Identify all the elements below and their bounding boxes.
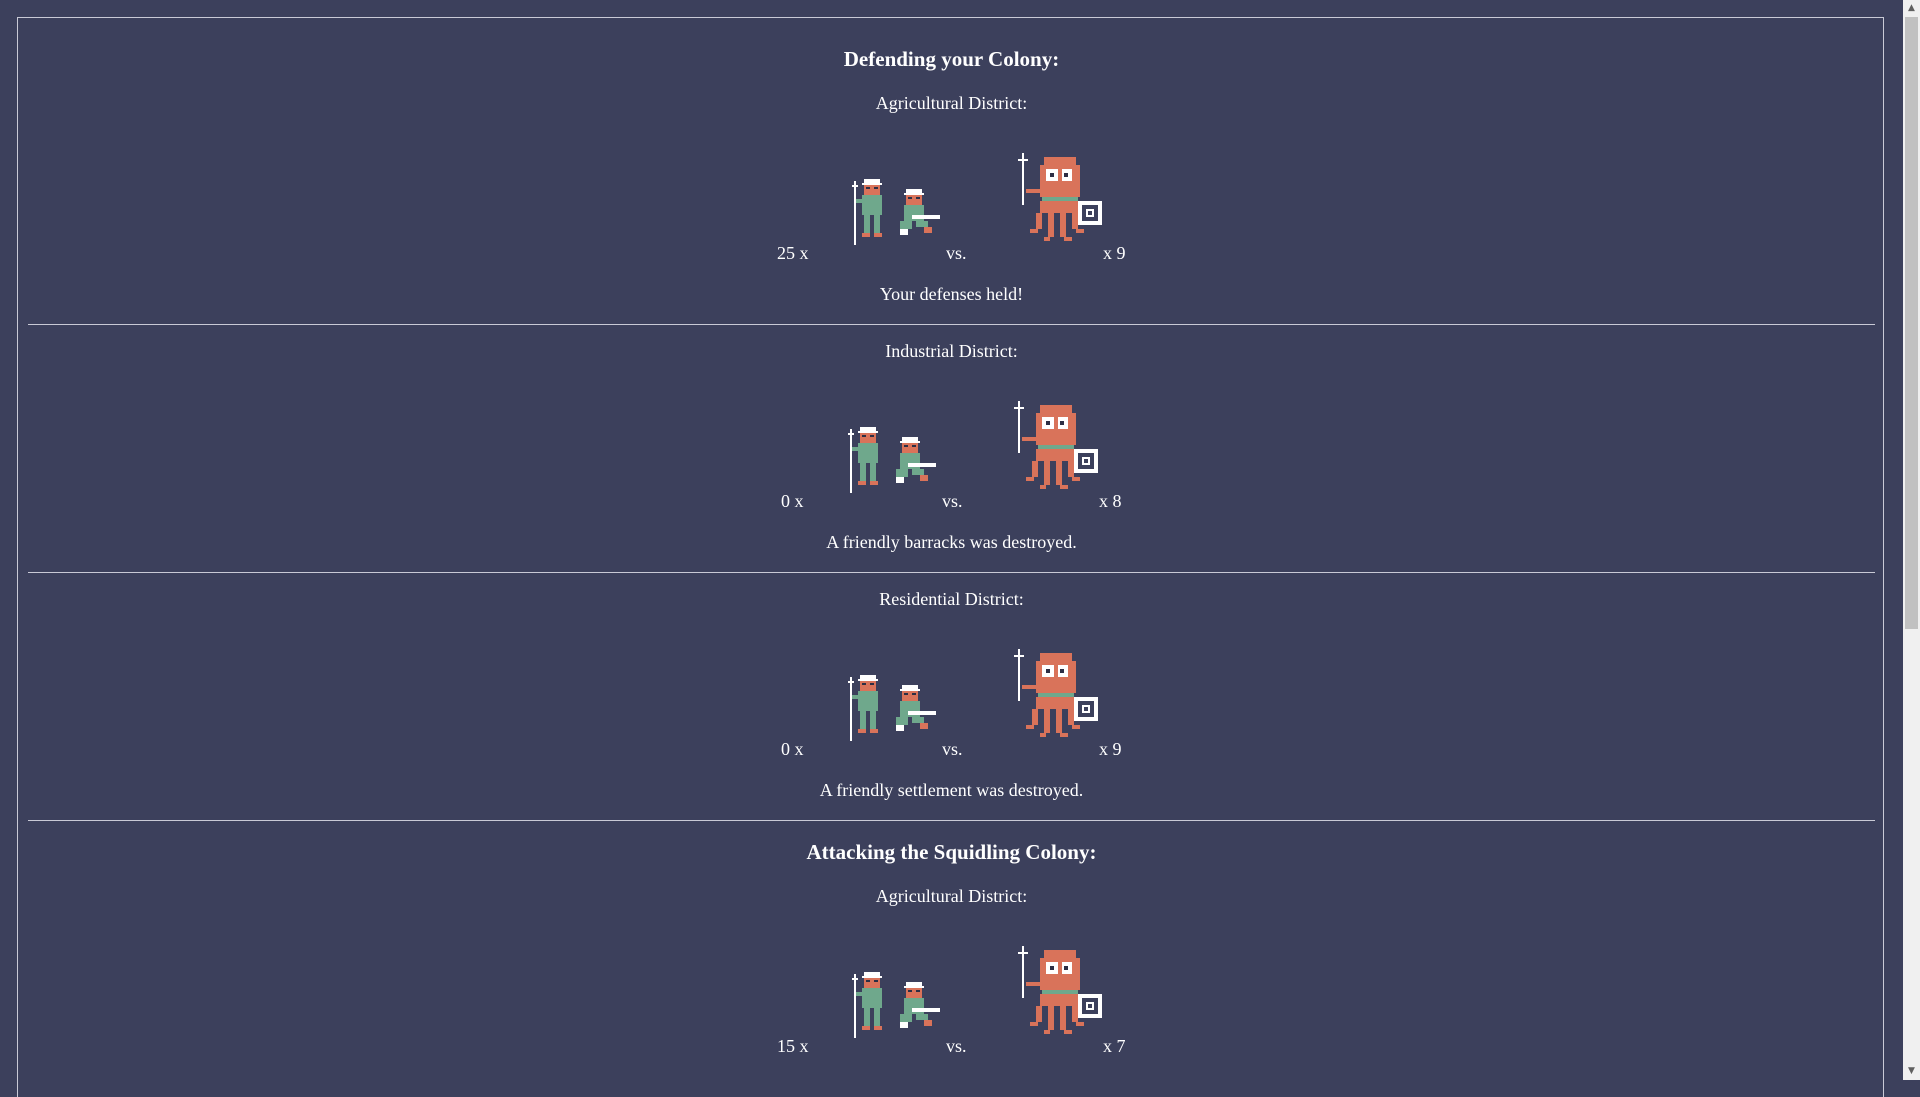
enemy-count: x 8 [1099,491,1122,511]
battle-row: 0 x vs. [28,649,1875,760]
vs-label: vs. [942,739,963,759]
battle-result: Your defenses held! [879,284,1024,304]
enemy-count: x 9 [1099,739,1122,759]
enemy-count: x 9 [1103,243,1126,263]
divider [28,572,1875,573]
section-title-defending: Defending your Colony: [843,47,1060,71]
squidling-warrior-icon [1012,649,1102,754]
friendly-count: 0 x [781,491,804,511]
divider [28,324,1875,325]
district-title: Agricultural District: [875,886,1028,906]
friendly-count: 25 x [777,243,809,263]
battle-row: 15 x vs. x 7 [28,946,1875,1057]
battle-row: 25 x vs. x 9 [28,153,1875,264]
squidling-warrior-icon [1016,946,1106,1051]
district-title: Residential District: [879,589,1024,609]
battle-row: 0 x vs. [28,401,1875,512]
soldier-squad-icon [848,669,958,746]
section-title-attacking: Attacking the Squidling Colony: [806,840,1097,864]
district-title: Agricultural District: [875,93,1028,113]
friendly-count: 0 x [781,739,804,759]
enemy-count: x 7 [1103,1036,1126,1056]
divider [28,820,1875,821]
scroll-down-arrow-icon[interactable]: ▼ [1903,1063,1920,1080]
friendly-count: 15 x [777,1036,809,1056]
scroll-up-arrow-icon[interactable]: ▲ [1903,0,1920,17]
district-title: Industrial District: [885,341,1018,361]
vs-label: vs. [946,1036,967,1056]
squidling-warrior-icon [1016,153,1106,258]
vs-label: vs. [946,243,967,263]
vertical-scrollbar[interactable]: ▲ ▼ [1903,0,1920,1080]
soldier-squad-icon [852,966,962,1043]
scrollbar-thumb[interactable] [1905,17,1918,629]
vs-label: vs. [942,491,963,511]
squidling-warrior-icon [1012,401,1102,506]
battle-result: A friendly settlement was destroyed. [819,780,1084,800]
battle-result: A friendly barracks was destroyed. [826,532,1077,552]
soldier-squad-icon [852,173,962,250]
soldier-squad-icon [848,421,958,498]
